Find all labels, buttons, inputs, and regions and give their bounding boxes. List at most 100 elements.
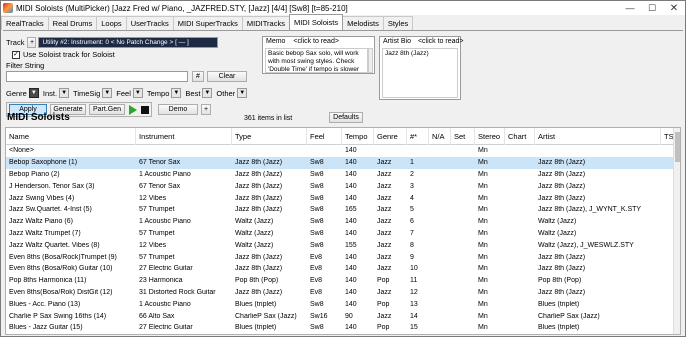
- table-cell: Mn: [478, 288, 488, 296]
- stop-icon[interactable]: [141, 105, 149, 114]
- best-dropdown[interactable]: ▼: [202, 88, 213, 98]
- table-row[interactable]: J Henderson. Tenor Sax (3) 67 Tenor Sax Ja…: [6, 180, 676, 192]
- demo-button[interactable]: Demo: [158, 104, 198, 115]
- track-add-button[interactable]: +: [27, 37, 37, 48]
- table-cell: Jazz 8th (Jazz): [235, 206, 283, 214]
- tempo-filter-label: Tempo: [146, 88, 170, 98]
- tab-styles[interactable]: Styles: [382, 16, 414, 30]
- minimize-icon[interactable]: —: [619, 1, 641, 15]
- table-row[interactable]: Jazz Waltz Trumpet (7) 57 Trumpet Waltz (J…: [6, 228, 676, 240]
- table-cell: Jazz: [377, 170, 392, 178]
- table-row[interactable]: Even 8ths (Bosa/Rock)Trumpet (9) 57 Trump…: [6, 251, 676, 263]
- table-cell: Mn: [478, 265, 488, 273]
- memo-scrollbar[interactable]: [368, 48, 373, 73]
- soloists-panel: Track + Utility #2: Instrument: 0 < No P…: [3, 30, 683, 335]
- table-cell: Jazz: [377, 312, 392, 320]
- tempo-dropdown[interactable]: ▼: [171, 88, 182, 98]
- timesig-dropdown[interactable]: ▼: [102, 88, 113, 98]
- tab-usertracks[interactable]: UserTracks: [125, 16, 174, 30]
- tab-miditracks[interactable]: MIDITracks: [241, 16, 290, 30]
- table-row[interactable]: Blues - Acc. Piano (13) 1 Acoustic Piano B…: [6, 298, 676, 310]
- genre-dropdown[interactable]: ▼: [28, 88, 39, 98]
- col-stereo[interactable]: Stereo: [475, 128, 505, 145]
- table-cell: Jazz 8th (Jazz): [235, 159, 283, 167]
- col-name[interactable]: Name: [6, 128, 136, 145]
- col-genre[interactable]: Genre: [374, 128, 407, 145]
- play-icon[interactable]: [129, 104, 137, 115]
- feel-dropdown[interactable]: ▼: [132, 88, 143, 98]
- close-icon[interactable]: ✕: [663, 1, 685, 15]
- tab-midi-soloists[interactable]: MIDI Soloists: [288, 14, 344, 30]
- use-soloist-checkbox[interactable]: ✓: [12, 50, 20, 59]
- filter-hash-button[interactable]: #: [192, 71, 204, 82]
- table-cell: Jazz: [377, 265, 392, 273]
- table-row[interactable]: Jazz Waltz Piano (6) 1 Acoustic Piano Walt…: [6, 216, 676, 228]
- table-cell: Mn: [478, 159, 488, 167]
- col-set[interactable]: Set: [451, 128, 475, 145]
- table-row[interactable]: Jazz Sw.Quartet. 4-Inst (5) 57 Trumpet Jaz…: [6, 204, 676, 216]
- filter-clear-button[interactable]: Clear: [207, 71, 247, 82]
- table-row[interactable]: Pop 8ths Harmonica (11) 23 Harmonica Pop 8…: [6, 275, 676, 287]
- table-row[interactable]: Even 8ths(Bosa/Rok) DistGit (12) 31 Disto…: [6, 287, 676, 299]
- col-hash[interactable]: #*: [407, 128, 429, 145]
- memo-text: Basic bebop Sax solo, will work with mos…: [265, 48, 368, 73]
- col-na[interactable]: N/A: [429, 128, 451, 145]
- filter-string-input[interactable]: [6, 71, 188, 82]
- other-dropdown[interactable]: ▼: [237, 88, 248, 98]
- table-cell: 57 Trumpet: [139, 253, 175, 261]
- table-row[interactable]: Bebop Saxophone (1) 67 Tenor Sax Jazz 8th …: [6, 156, 676, 169]
- table-row[interactable]: Blues - Jazz Guitar (15) 27 Electric Guit…: [6, 322, 676, 334]
- table-cell: Pop: [377, 300, 390, 308]
- part-gen-button[interactable]: Part.Gen: [89, 104, 125, 115]
- table-cell: 8: [410, 241, 414, 249]
- table-cell: 140: [345, 229, 357, 237]
- tab-loops[interactable]: Loops: [96, 16, 127, 30]
- table-cell: Mn: [478, 277, 488, 285]
- table-row[interactable]: Bebop Piano (2) 1 Acoustic Piano Jazz 8th …: [6, 169, 676, 181]
- table-cell: 140: [345, 300, 357, 308]
- table-cell: 140: [345, 170, 357, 178]
- window-title: MIDI Soloists (MultiPicker) [Jazz Fred w…: [16, 3, 348, 13]
- col-instrument[interactable]: Instrument: [136, 128, 232, 145]
- table-row[interactable]: Charlie P Sax Swing 16ths (14) 66 Alto Sa…: [6, 310, 676, 322]
- defaults-button[interactable]: Defaults: [329, 112, 363, 123]
- table-row[interactable]: Jazz Waltz Quartet. Vibes (8) 12 Vibes Wal…: [6, 239, 676, 251]
- table-cell: 57 Trumpet: [139, 206, 175, 214]
- table-cell: Blues - Jazz Guitar (15): [9, 324, 83, 332]
- demo-plus-button[interactable]: +: [201, 104, 211, 115]
- col-feel[interactable]: Feel: [307, 128, 342, 145]
- inst-dropdown[interactable]: ▼: [59, 88, 70, 98]
- col-type[interactable]: Type: [232, 128, 307, 145]
- table-row[interactable]: Even 8ths (Bosa/Rok) Guitar (10) 27 Elect…: [6, 263, 676, 275]
- memo-panel: Memo <click to read> Basic bebop Sax sol…: [262, 36, 375, 74]
- table-cell: 7: [410, 229, 414, 237]
- table-cell: Jazz Waltz Piano (6): [9, 218, 73, 226]
- table-cell: Mn: [478, 194, 488, 202]
- table-cell: Jazz 8th (Jazz): [538, 253, 586, 261]
- memo-click-hint[interactable]: <click to read>: [293, 38, 339, 45]
- tab-midi-supertracks[interactable]: MIDI SuperTracks: [172, 16, 243, 30]
- table-cell: 140: [345, 277, 357, 285]
- table-cell: 165: [345, 206, 357, 214]
- table-cell: Jazz 8th (Jazz): [235, 194, 283, 202]
- table-scrollbar[interactable]: [673, 128, 680, 334]
- table-cell: Ev8: [310, 253, 323, 261]
- table-row[interactable]: <None> 140 Mn: [6, 145, 676, 157]
- table-cell: Jazz 8th (Jazz): [538, 265, 586, 273]
- maximize-icon[interactable]: ☐: [641, 1, 663, 15]
- track-select[interactable]: Utility #2: Instrument: 0 < No Patch Cha…: [38, 37, 219, 48]
- scroll-thumb[interactable]: [675, 132, 680, 162]
- table-cell: Jazz Waltz Quartet. Vibes (8): [9, 241, 100, 249]
- artist-bio-click-hint[interactable]: <click to read>: [418, 38, 464, 45]
- col-artist[interactable]: Artist: [535, 128, 661, 145]
- table-cell: Pop 8th (Pop): [235, 277, 279, 285]
- tab-melodists[interactable]: Melodists: [342, 16, 384, 30]
- tab-real-drums[interactable]: Real Drums: [47, 16, 98, 30]
- table-cell: Waltz (Jazz): [538, 218, 577, 226]
- title-bar: MIDI Soloists (MultiPicker) [Jazz Fred w…: [1, 1, 685, 15]
- tab-realtracks[interactable]: RealTracks: [1, 16, 49, 30]
- table-cell: 140: [345, 194, 357, 202]
- col-tempo[interactable]: Tempo: [342, 128, 374, 145]
- table-row[interactable]: Jazz Swing Vibes (4) 12 Vibes Jazz 8th (Ja…: [6, 192, 676, 204]
- col-chart[interactable]: Chart: [505, 128, 535, 145]
